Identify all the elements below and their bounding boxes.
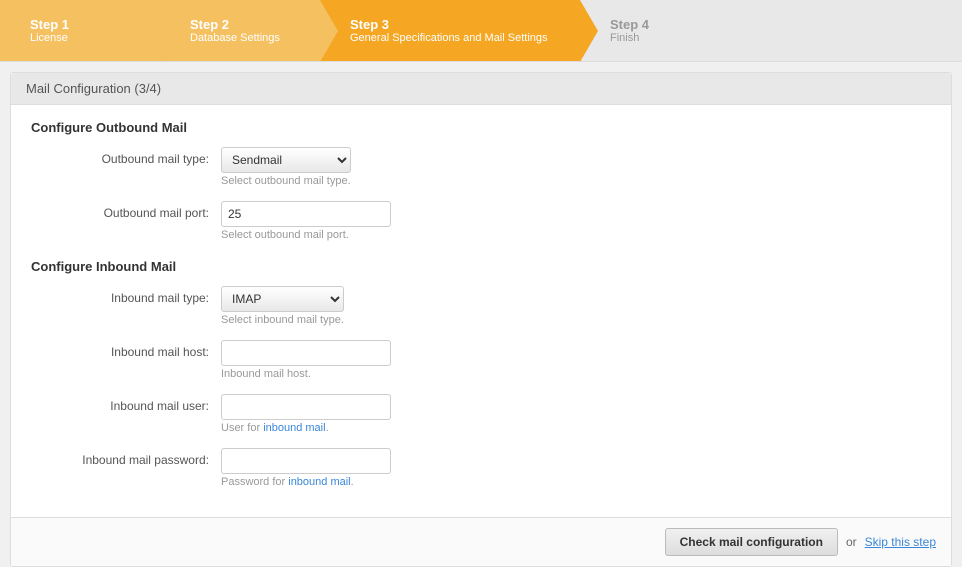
wizard-step-3[interactable]: Step 3 General Specifications and Mail S… [320, 0, 580, 61]
inbound-password-hint: Password for inbound mail. [221, 476, 391, 488]
inbound-password-label: Inbound mail password: [31, 448, 221, 467]
wizard-step-2[interactable]: Step 2 Database Settings [160, 0, 320, 61]
inbound-host-hint: Inbound mail host. [221, 368, 391, 380]
wizard-step-1[interactable]: Step 1 License [0, 0, 160, 61]
inbound-type-group: Inbound mail type: IMAP POP3 Select inbo… [31, 286, 931, 336]
inbound-password-group: Inbound mail password: Password for inbo… [31, 448, 931, 498]
wizard-header: Step 1 License Step 2 Database Settings … [0, 0, 962, 62]
footer-bar: Check mail configuration or Skip this st… [11, 517, 951, 566]
main-content: Mail Configuration (3/4) Configure Outbo… [10, 72, 952, 567]
step1-number: Step 1 [30, 17, 69, 32]
outbound-port-hint: Select outbound mail port. [221, 229, 391, 241]
inbound-user-label: Inbound mail user: [31, 394, 221, 413]
section-body: Configure Outbound Mail Outbound mail ty… [11, 105, 951, 517]
outbound-type-label: Outbound mail type: [31, 147, 221, 166]
inbound-host-input[interactable] [221, 340, 391, 366]
inbound-user-input[interactable] [221, 394, 391, 420]
step3-number: Step 3 [350, 17, 548, 32]
inbound-type-label: Inbound mail type: [31, 286, 221, 305]
skip-step-button[interactable]: Skip this step [865, 535, 936, 549]
footer-or: or [846, 535, 857, 549]
outbound-title: Configure Outbound Mail [31, 120, 931, 135]
inbound-user-group: Inbound mail user: User for inbound mail… [31, 394, 931, 444]
outbound-type-select[interactable]: Sendmail SMTP PHP Mail [221, 147, 351, 173]
check-mail-button[interactable]: Check mail configuration [665, 528, 838, 556]
outbound-type-group: Outbound mail type: Sendmail SMTP PHP Ma… [31, 147, 931, 197]
inbound-mail-link2[interactable]: inbound mail [288, 476, 350, 488]
inbound-password-input[interactable] [221, 448, 391, 474]
outbound-port-group: Outbound mail port: Select outbound mail… [31, 201, 931, 251]
step1-label: License [30, 32, 69, 44]
step2-number: Step 2 [190, 17, 280, 32]
outbound-port-input[interactable] [221, 201, 391, 227]
outbound-type-hint: Select outbound mail type. [221, 175, 351, 187]
step2-label: Database Settings [190, 32, 280, 44]
section-title: Mail Configuration (3/4) [26, 81, 161, 96]
inbound-mail-link[interactable]: inbound mail [263, 422, 325, 434]
inbound-host-group: Inbound mail host: Inbound mail host. [31, 340, 931, 390]
section-header: Mail Configuration (3/4) [11, 73, 951, 105]
outbound-port-label: Outbound mail port: [31, 201, 221, 220]
wizard-step-4[interactable]: Step 4 Finish [580, 0, 962, 61]
inbound-title: Configure Inbound Mail [31, 259, 931, 274]
step4-number: Step 4 [610, 17, 649, 32]
step4-label: Finish [610, 32, 649, 44]
inbound-type-hint: Select inbound mail type. [221, 314, 344, 326]
inbound-type-select[interactable]: IMAP POP3 [221, 286, 344, 312]
inbound-user-hint: User for inbound mail. [221, 422, 391, 434]
inbound-host-label: Inbound mail host: [31, 340, 221, 359]
step3-label: General Specifications and Mail Settings [350, 32, 548, 44]
